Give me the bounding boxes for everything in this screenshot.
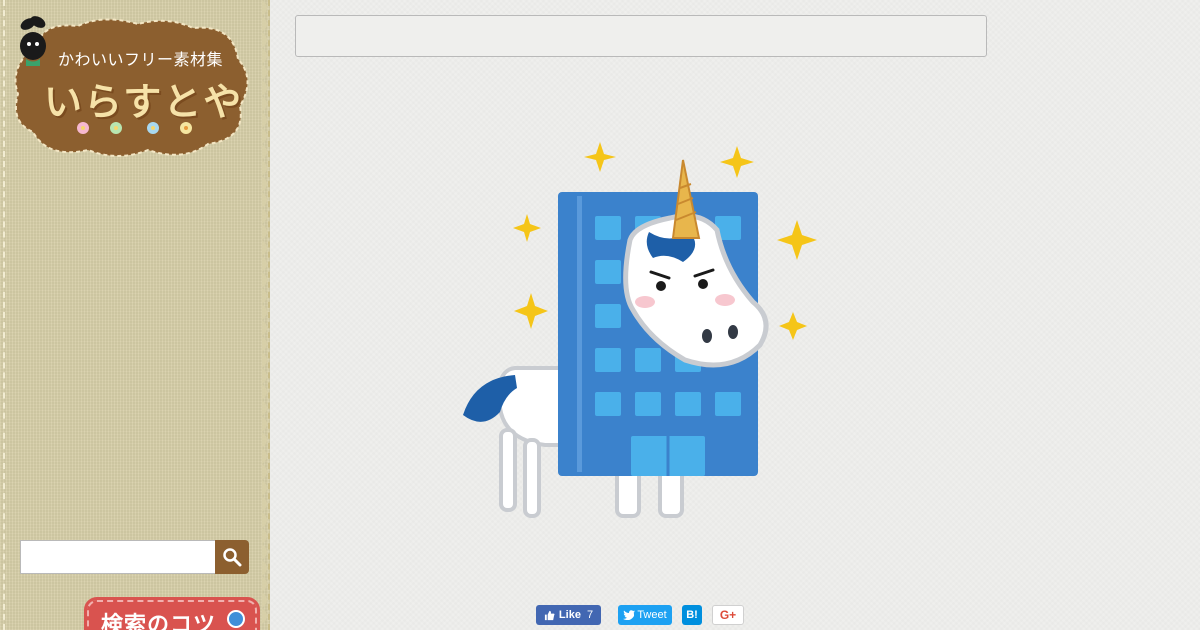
search-tips-label: 検索のコツ: [101, 613, 217, 630]
google-plus-button[interactable]: G+: [712, 605, 744, 625]
sidebar-stitch: [3, 0, 5, 630]
unicorn-company-illustration: [463, 142, 817, 518]
info-dot-icon: [227, 610, 245, 628]
gplus-label: G+: [719, 608, 737, 622]
search-form: [20, 540, 249, 574]
ad-banner-slot: [295, 15, 987, 57]
facebook-like-button[interactable]: Like 7: [536, 605, 601, 625]
sidebar-scalloped-edge: [262, 0, 267, 630]
logo-title: いらすとや: [44, 80, 244, 124]
search-tips-link[interactable]: 検索のコツ: [84, 597, 260, 630]
facebook-like-label: Like: [558, 609, 581, 621]
hatena-label: B!: [686, 609, 698, 621]
logo-subtitle: かわいいフリー素材集: [58, 50, 224, 69]
twitter-bird-icon: [623, 610, 636, 620]
tweet-button[interactable]: Tweet: [618, 605, 672, 625]
search-icon: [223, 548, 242, 567]
facebook-like-count: 7: [586, 609, 594, 621]
hatena-bookmark-button[interactable]: B!: [682, 605, 702, 625]
thumbs-up-icon: [544, 610, 555, 620]
tweet-label: Tweet: [637, 609, 667, 621]
search-button[interactable]: [215, 540, 249, 574]
search-input[interactable]: [20, 540, 216, 574]
site-logo[interactable]: かわいいフリー素材集 いらすとや: [8, 14, 253, 159]
